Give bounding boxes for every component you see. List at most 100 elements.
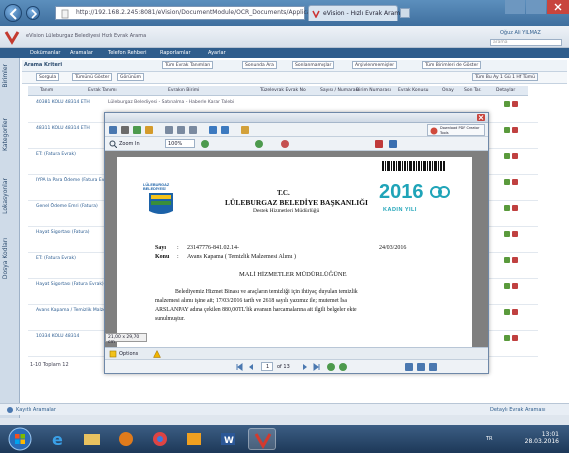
row-action-icons[interactable] [504, 179, 528, 187]
forward-nav-icon[interactable] [339, 363, 347, 371]
refresh-icon[interactable] [133, 126, 141, 134]
col-header-unit[interactable]: Evrakın Birimi [168, 88, 199, 93]
language-indicator[interactable]: TR [486, 436, 493, 442]
maximize-button[interactable] [526, 0, 546, 14]
saved-searches-link[interactable]: Kayıtlı Aramalar [16, 407, 56, 413]
col-header-subject[interactable]: Evrak Konusu [398, 88, 429, 93]
address-bar[interactable]: http://192.168.2.245:8081/eVision/Docume… [55, 6, 358, 20]
viewer-page-area[interactable]: LÜLEBURGAZ BELEDİYESİ T.C. LÜLEBURGAZ BE… [105, 151, 488, 347]
minimize-button[interactable] [505, 0, 525, 14]
search-input[interactable]: arama [490, 39, 562, 46]
taskbar-outlook-icon[interactable] [180, 428, 208, 450]
doc-recipient: MALİ HİZMETLER MÜDÜRLÜĞÜNE [239, 271, 347, 278]
forward-button[interactable] [26, 6, 40, 20]
prev-page-icon[interactable] [247, 363, 255, 371]
continuous-icon[interactable] [429, 363, 437, 371]
row-action-icons[interactable] [504, 335, 528, 343]
undo-icon[interactable] [177, 126, 185, 134]
system-clock[interactable]: 13:01 28.03.2016 [525, 431, 559, 445]
konu-label: Konu [155, 254, 170, 260]
app-menu: Dokümanlar Aramalar Telefon Rehberi Rapo… [0, 48, 569, 58]
user-name[interactable]: Oğuz Ali YILMAZ [500, 30, 541, 36]
doc-body-line2: malzemesi alımı işine ait; 17/03/2016 ta… [155, 298, 347, 304]
barcode-image [382, 161, 445, 171]
save-icon[interactable] [109, 126, 117, 134]
select-icon[interactable] [241, 126, 249, 134]
browser-tab[interactable]: eVision - Hızlı Evrak Arama [308, 5, 404, 21]
col-header-number[interactable]: Sayısı / Numarası [320, 88, 359, 93]
zoom-select[interactable]: 100% [165, 139, 195, 148]
col-header-approval[interactable]: Onay [442, 88, 454, 93]
menu-item-phonebook[interactable]: Telefon Rehberi [108, 50, 147, 56]
taskbar-evision-icon[interactable] [248, 428, 276, 450]
first-page-icon[interactable] [235, 363, 243, 371]
highlight-icon[interactable] [281, 140, 289, 148]
pen-icon[interactable] [389, 140, 397, 148]
open-icon[interactable] [145, 126, 153, 134]
row-action-icons[interactable] [504, 101, 528, 109]
row-action-icons[interactable] [504, 127, 528, 135]
col-header-details[interactable]: Detaylar [496, 88, 515, 93]
annotation-icon[interactable] [255, 140, 263, 148]
taskbar-word-icon[interactable]: W [214, 428, 242, 450]
download-pdf-button[interactable]: Download PDF Creator Tools [427, 124, 485, 136]
fit-page-icon[interactable] [221, 126, 229, 134]
filter-search-end-checkbox[interactable]: Sonunda Ara [242, 61, 277, 69]
detailed-search-link[interactable]: Detaylı Evrak Araması [490, 407, 545, 413]
redo-icon[interactable] [189, 126, 197, 134]
menu-item-documents[interactable]: Dokümanlar [30, 50, 60, 56]
taskbar-explorer-icon[interactable] [78, 428, 106, 450]
page-number-input[interactable]: 1 [261, 362, 273, 371]
two-page-icon[interactable] [417, 363, 425, 371]
options-icon [109, 350, 117, 358]
next-page-icon[interactable] [301, 363, 309, 371]
new-tab-button[interactable] [400, 8, 410, 18]
taskbar-ie-icon[interactable]: e [44, 428, 72, 450]
row-action-icons[interactable] [504, 231, 528, 239]
options-button[interactable]: Options [119, 351, 138, 357]
filter-unfinished-select[interactable]: Sonlanmamışlar [292, 61, 335, 69]
sidebar-item-categories[interactable]: Kategoriler [2, 118, 9, 151]
view-button[interactable]: Görünüm [117, 73, 145, 81]
row-action-icons[interactable] [504, 153, 528, 161]
filter-doc-type-select[interactable]: Tüm Evrak Tanımları [162, 61, 214, 69]
stamp-icon[interactable] [375, 140, 383, 148]
copy-icon[interactable] [165, 126, 173, 134]
taskbar-media-icon[interactable] [112, 428, 140, 450]
single-page-icon[interactable] [405, 363, 413, 371]
menu-item-settings[interactable]: Ayarlar [208, 50, 226, 56]
filter-unarchived-select[interactable]: Arşivlenmemişler [352, 61, 398, 69]
col-header-doc-no[interactable]: Tüzelevrak Evrak No [260, 88, 306, 93]
back-nav-icon[interactable] [327, 363, 335, 371]
print-icon[interactable] [121, 126, 129, 134]
zoom-in-button[interactable]: Zoom In [119, 141, 140, 147]
show-all-button[interactable]: Tümünü Göster [72, 73, 113, 81]
date-range-selector[interactable]: Tüm Bu Ay 1 Gü 1 Hf Tümü [472, 73, 539, 81]
viewer-close-button[interactable] [477, 114, 485, 121]
close-icon [478, 115, 484, 120]
rotate-icon[interactable] [209, 126, 217, 134]
back-button[interactable] [4, 4, 22, 22]
menu-item-reports[interactable]: Raporlamlar [160, 50, 191, 56]
row-action-icons[interactable] [504, 257, 528, 265]
menu-item-searches[interactable]: Aramalar [70, 50, 93, 56]
col-header-unit-no[interactable]: Birim Numarası [356, 88, 391, 93]
row-action-icons[interactable] [504, 309, 528, 317]
col-header-last-date[interactable]: Son Tar. [464, 88, 482, 93]
sidebar-item-units[interactable]: Birimler [2, 64, 9, 88]
sidebar-item-file-codes[interactable]: Dosya Kodları [2, 238, 9, 279]
row-action-icons[interactable] [504, 283, 528, 291]
col-header-name[interactable]: Tanım [40, 88, 53, 93]
last-page-icon[interactable] [313, 363, 321, 371]
konu-colon: : [177, 254, 179, 260]
taskbar-chrome-icon[interactable] [146, 428, 174, 450]
grid-pager[interactable]: 1-10 Toplam 12 [30, 362, 69, 368]
filter-all-units-checkbox[interactable]: Tüm Birimleri de Göster [422, 61, 482, 69]
row-action-icons[interactable] [504, 205, 528, 213]
close-window-button[interactable] [547, 0, 569, 14]
zoom-plus-icon[interactable] [201, 140, 209, 148]
query-button[interactable]: Sorgula [36, 73, 60, 81]
start-button-icon[interactable] [8, 427, 32, 451]
col-header-doc-type[interactable]: Evrak Tanımı [88, 88, 117, 93]
sidebar-item-locations[interactable]: Lokasyonlar [2, 178, 9, 214]
